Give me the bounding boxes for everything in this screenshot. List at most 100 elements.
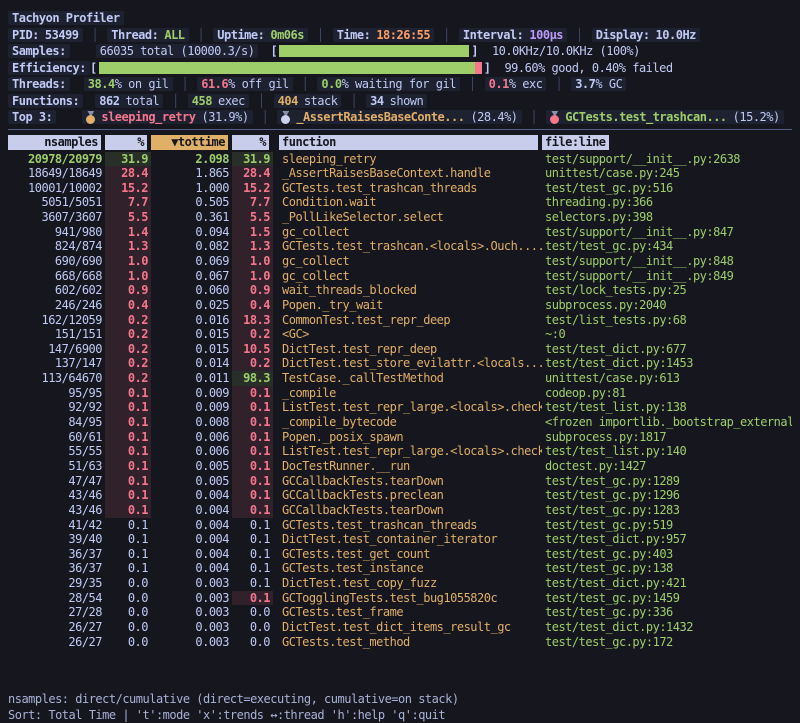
tottime-cell: 0.006 — [151, 444, 232, 459]
thread-field[interactable]: Thread: ALL — [107, 28, 188, 42]
table-row[interactable]: 26/270.00.0030.0GCTests.test_methodtest/… — [8, 635, 792, 650]
table-row[interactable]: 28/540.00.0030.1GCTogglingTests.test_bug… — [8, 591, 792, 606]
table-row[interactable]: 27/280.00.0030.0GCTests.test_frametest/t… — [8, 605, 792, 620]
pid-field: PID: 53499 — [8, 28, 83, 42]
file-line-cell: doctest.py:1427 — [542, 459, 792, 474]
nsamples-cell: 5051/5051 — [8, 195, 105, 210]
table-row[interactable]: 92/920.10.0090.1ListTest.test_repr_large… — [8, 400, 792, 415]
table-row[interactable]: 47/470.10.0050.1GCCallbackTests.tearDown… — [8, 474, 792, 489]
tottime-cell: 0.006 — [151, 430, 232, 445]
direct-pct-cell: 0.1 — [105, 400, 151, 415]
table-row[interactable]: 95/950.10.0090.1_compilecodeop.py:81 — [8, 386, 792, 401]
file-line-cell: test/test_gc.py:1459 — [542, 591, 792, 606]
table-row[interactable]: 26/270.00.0030.0DictTest.test_dict_items… — [8, 620, 792, 635]
direct-pct-cell: 0.1 — [105, 518, 151, 533]
tottime-cell: 0.011 — [151, 371, 232, 386]
function-cell: CommonTest.test_repr_deep — [279, 313, 542, 328]
tottime-cell: 0.004 — [151, 503, 232, 518]
table-row[interactable]: 29/350.00.0030.1DictTest.test_copy_fuzzt… — [8, 576, 792, 591]
file-line-cell: test/test_list.py:138 — [542, 400, 792, 415]
direct-pct-cell: 0.0 — [105, 620, 151, 635]
efficiency-bar-close: ] — [484, 61, 491, 75]
table-row[interactable]: 84/950.10.0080.1_compile_bytecode<frozen… — [8, 415, 792, 430]
interval-label: Interval: — [463, 28, 524, 42]
column-header-nsamples[interactable]: nsamples — [8, 135, 101, 150]
table-row[interactable]: 690/6901.00.0691.0gc_collecttest/support… — [8, 254, 792, 269]
file-line-cell: test/lock_tests.py:25 — [542, 283, 792, 298]
functions-label: Functions: — [8, 94, 83, 108]
direct-pct-cell: 0.1 — [105, 459, 151, 474]
tottime-cell: 0.004 — [151, 561, 232, 576]
status-bar: PID: 53499 │ Thread: ALL │ Uptime: 0m06s… — [8, 27, 792, 44]
direct-pct-cell: 0.0 — [105, 591, 151, 606]
direct-pct-cell: 0.1 — [105, 532, 151, 547]
file-line-cell: test/list_tests.py:68 — [542, 313, 792, 328]
column-header-direct-pct[interactable]: % — [105, 135, 147, 150]
functions-shown-value: 34 — [370, 94, 383, 108]
table-row[interactable]: 5051/50517.70.5057.7Condition.waitthread… — [8, 195, 792, 210]
function-cell: GCTests.test_trashcan_threads — [279, 181, 542, 196]
cumulative-pct-cell: 0.1 — [232, 576, 273, 591]
nsamples-cell: 43/46 — [8, 488, 105, 503]
table-row[interactable]: 3607/36075.50.3615.5_PollLikeSelector.se… — [8, 210, 792, 225]
table-row[interactable]: 668/6681.00.0671.0gc_collecttest/support… — [8, 269, 792, 284]
page-title: Tachyon Profiler — [8, 11, 124, 25]
gc-value: 3.7 — [575, 77, 595, 91]
function-cell: GCTests.test_frame — [279, 605, 542, 620]
table-row[interactable]: 151/1510.20.0150.2<GC>~:0 — [8, 327, 792, 342]
functions-shown: 34shown — [366, 94, 427, 108]
nsamples-cell: 27/28 — [8, 605, 105, 620]
tottime-cell: 0.015 — [151, 342, 232, 357]
divider: │ — [182, 77, 189, 91]
table-row[interactable]: 824/8741.30.0821.3GCTests.test_trashcan.… — [8, 239, 792, 254]
function-cell: DictTest.test_container_iterator — [279, 532, 542, 547]
divider: │ — [555, 77, 562, 91]
file-line-cell: test/test_list.py:140 — [542, 444, 792, 459]
tottime-cell: 0.009 — [151, 400, 232, 415]
gc-unit: % GC — [595, 77, 622, 91]
table-row[interactable]: 41/420.10.0040.1GCTests.test_trashcan_th… — [8, 518, 792, 533]
top3-item-2: _AssertRaisesBaseConte... (28.4%) — [277, 110, 521, 124]
table-row[interactable]: 162/120590.20.01618.3CommonTest.test_rep… — [8, 313, 792, 328]
column-header-file[interactable]: file:line — [542, 135, 609, 150]
function-cell: GCCallbackTests.tearDown — [279, 503, 542, 518]
column-header-cumulative-pct[interactable]: % — [232, 135, 269, 150]
table-row[interactable]: 18649/1864928.41.86528.4_AssertRaisesBas… — [8, 166, 792, 181]
table-row[interactable]: 137/1470.20.0140.2DictTest.test_store_ev… — [8, 356, 792, 371]
table-row[interactable]: 55/550.10.0060.1ListTest.test_repr_large… — [8, 444, 792, 459]
column-header-tottime-sorted[interactable]: ▼tottime — [151, 135, 228, 150]
table-row[interactable]: 43/460.10.0040.1GCCallbackTests.preclean… — [8, 488, 792, 503]
divider: │ — [317, 28, 324, 42]
table-row[interactable]: 20978/2097931.92.09831.9sleeping_retryte… — [8, 152, 792, 167]
function-cell: DictTest.test_copy_fuzz — [279, 576, 542, 591]
table-row[interactable]: 43/460.10.0040.1GCCallbackTests.tearDown… — [8, 503, 792, 518]
table-row[interactable]: 60/610.10.0060.1Popen._posix_spawnsubpro… — [8, 430, 792, 445]
cumulative-pct-cell: 15.2 — [232, 181, 273, 196]
table-row[interactable]: 113/646700.20.01198.3TestCase._callTestM… — [8, 371, 792, 386]
table-row[interactable]: 10001/1000215.21.00015.2GCTests.test_tra… — [8, 181, 792, 196]
table-row[interactable]: 39/400.10.0040.1DictTest.test_container_… — [8, 532, 792, 547]
cumulative-pct-cell: 0.0 — [232, 635, 273, 650]
table-row[interactable]: 941/9801.40.0941.5gc_collecttest/support… — [8, 225, 792, 240]
table-row[interactable]: 602/6020.90.0600.9wait_threads_blockedte… — [8, 283, 792, 298]
table-row[interactable]: 36/370.10.0040.1GCTests.test_get_countte… — [8, 547, 792, 562]
threads-gc: 3.7% GC — [571, 77, 626, 91]
table-row[interactable]: 51/630.10.0050.1DocTestRunner.__rundocte… — [8, 459, 792, 474]
column-header-function[interactable]: function — [279, 135, 538, 150]
table-row[interactable]: 147/69000.20.01510.5DictTest.test_repr_d… — [8, 342, 792, 357]
function-cell: gc_collect — [279, 269, 542, 284]
function-cell: GCCallbackTests.tearDown — [279, 474, 542, 489]
waiting-gil-value: 0.0 — [321, 77, 341, 91]
tottime-cell: 0.005 — [151, 474, 232, 489]
table-row[interactable]: 246/2460.40.0250.4Popen._try_waitsubproc… — [8, 298, 792, 313]
efficiency-bar — [99, 62, 482, 74]
exc-value: 0.1 — [489, 77, 509, 91]
functions-stack-unit: stack — [304, 94, 338, 108]
direct-pct-cell: 0.2 — [105, 371, 151, 386]
cumulative-pct-cell: 1.3 — [232, 239, 273, 254]
nsamples-cell: 43/46 — [8, 503, 105, 518]
tottime-cell: 2.098 — [151, 152, 232, 167]
table-row[interactable]: 36/370.10.0040.1GCTests.test_instancetes… — [8, 561, 792, 576]
file-line-cell: unittest/case.py:245 — [542, 166, 792, 181]
threads-line: Threads: 38.4% on gil │ 61.6% off gil │ … — [8, 76, 792, 93]
